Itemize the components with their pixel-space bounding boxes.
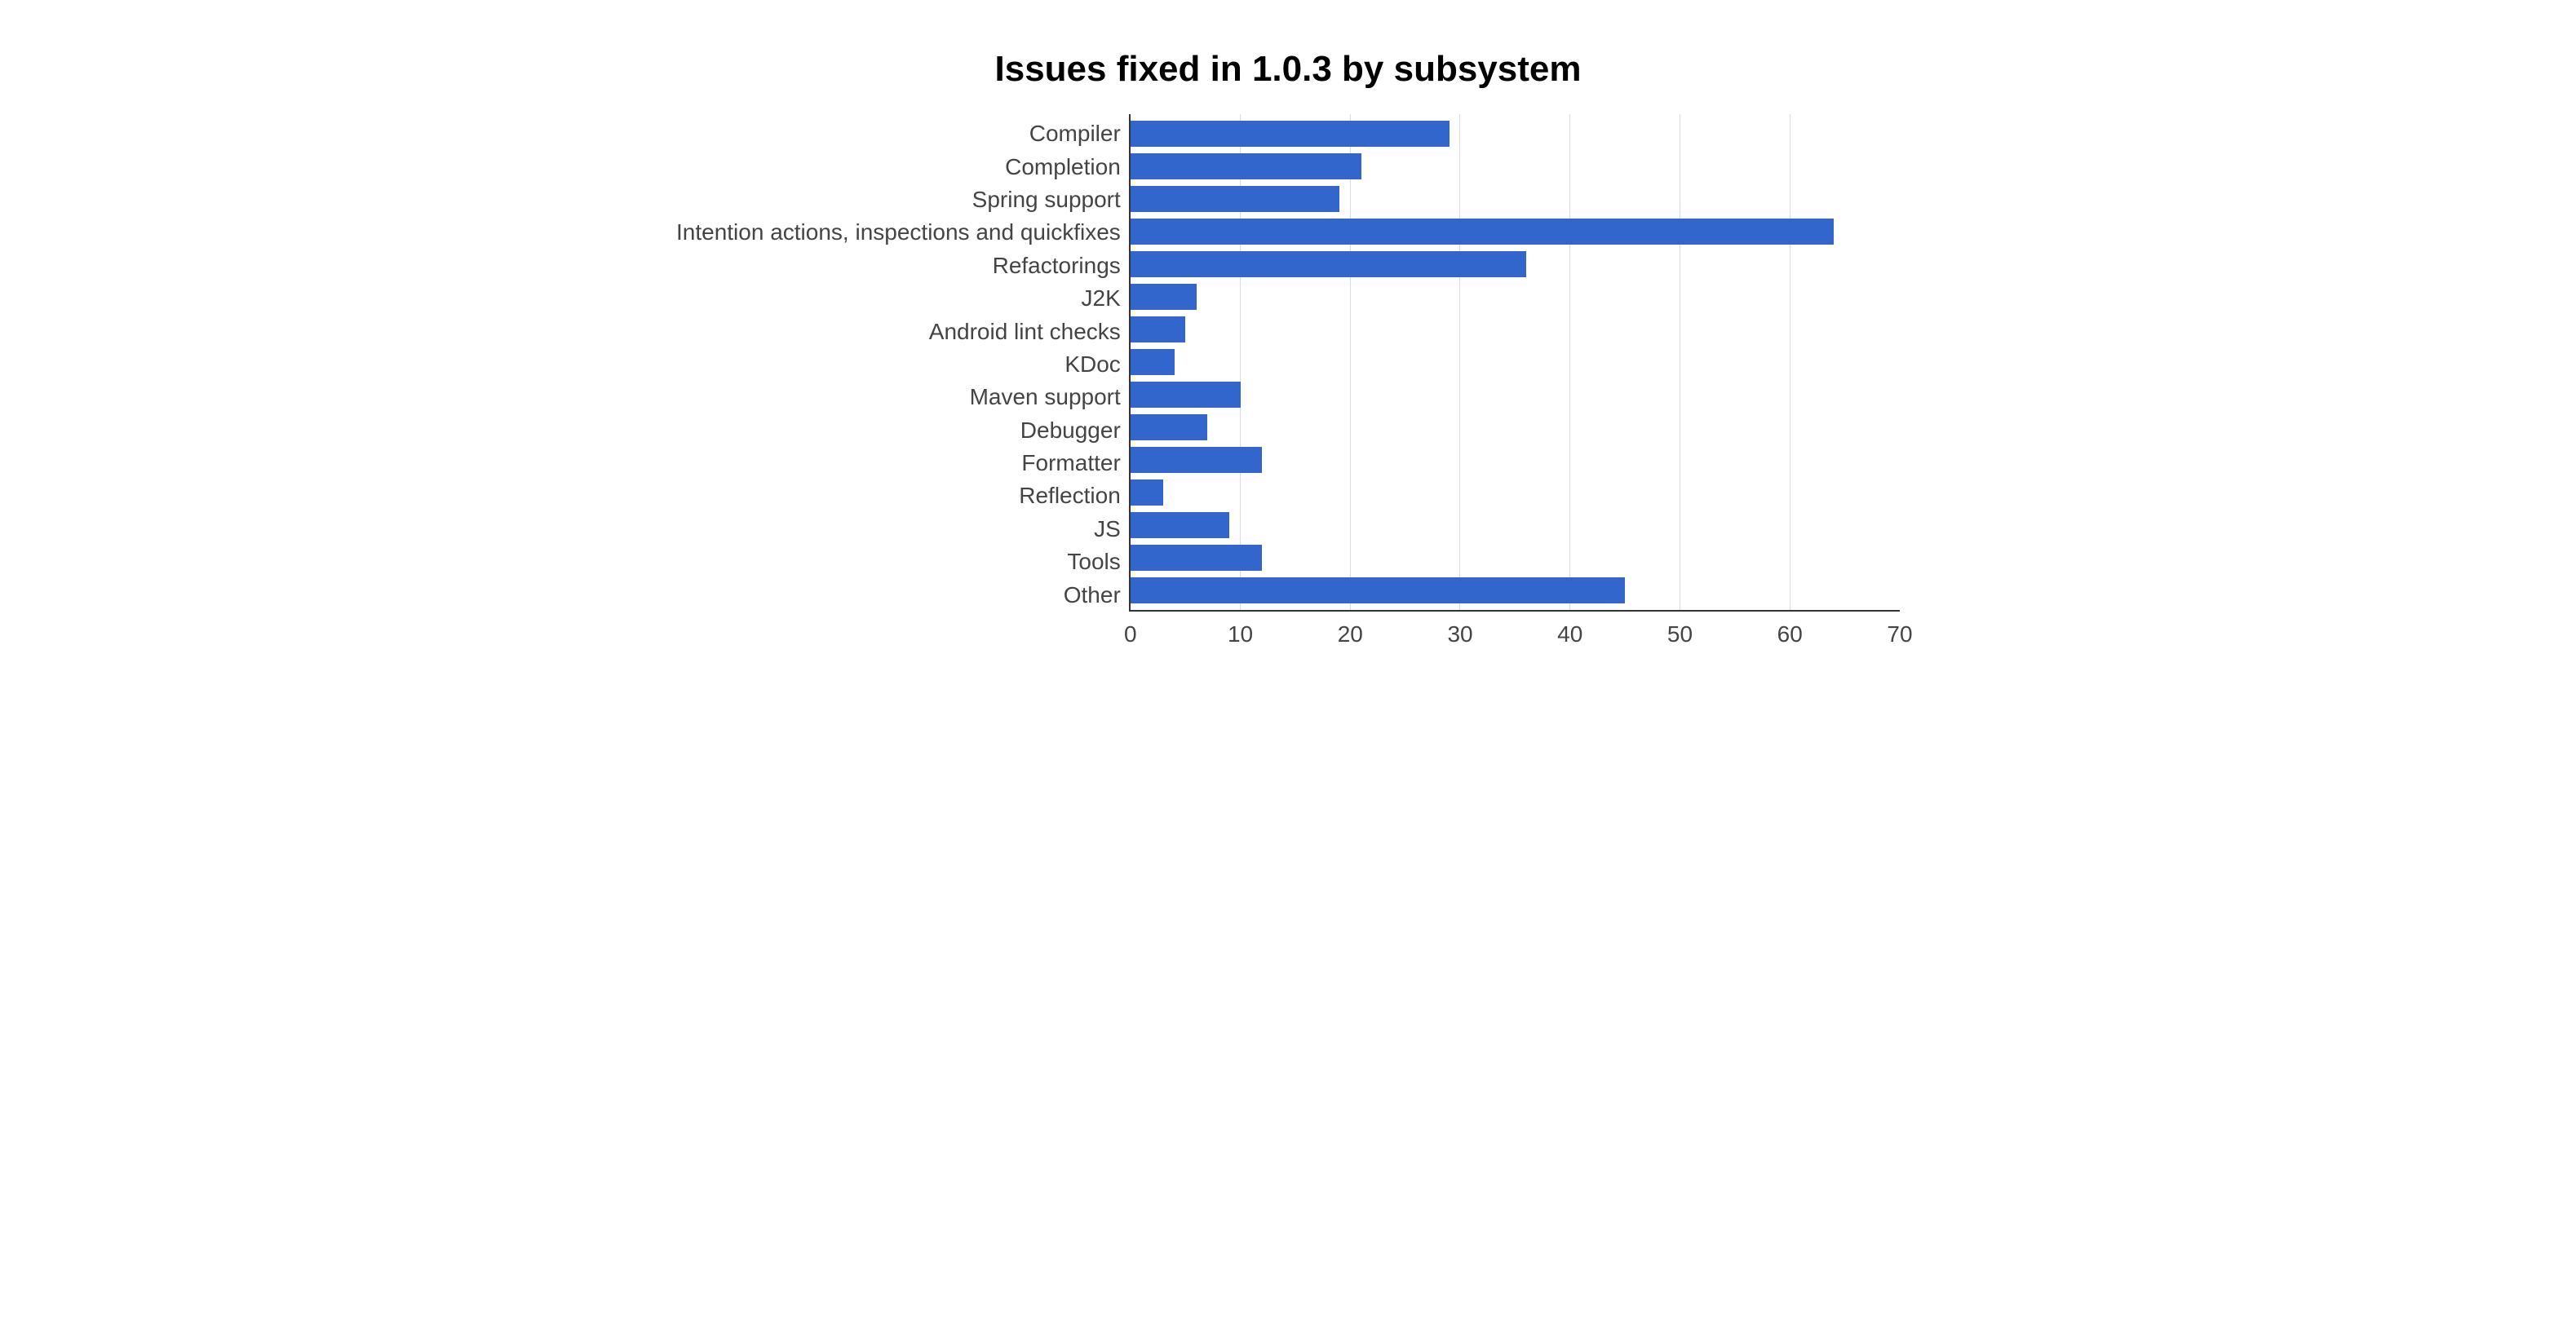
bar xyxy=(1131,382,1241,408)
chart-container: Issues fixed in 1.0.3 by subsystem Compi… xyxy=(676,49,1900,644)
bar-row xyxy=(1131,378,1900,411)
x-label: 30 xyxy=(1447,621,1472,647)
bars-group xyxy=(1131,114,1900,610)
x-axis: 010203040506070 xyxy=(676,612,1900,644)
x-label: 10 xyxy=(1228,621,1253,647)
y-label: Maven support xyxy=(676,381,1121,413)
chart-body: CompilerCompletionSpring supportIntentio… xyxy=(676,114,1900,612)
bar xyxy=(1131,577,1625,603)
chart-title: Issues fixed in 1.0.3 by subsystem xyxy=(676,49,1900,90)
y-label: J2K xyxy=(676,282,1121,315)
y-label: Reflection xyxy=(676,479,1121,512)
y-label: Formatter xyxy=(676,447,1121,479)
bar-row xyxy=(1131,541,1900,574)
y-label: Other xyxy=(676,579,1121,612)
bar-row xyxy=(1131,313,1900,346)
bar xyxy=(1131,121,1450,147)
x-label: 60 xyxy=(1777,621,1803,647)
bar-row xyxy=(1131,444,1900,476)
y-label: Compiler xyxy=(676,117,1121,150)
y-label: Spring support xyxy=(676,183,1121,216)
bar xyxy=(1131,447,1263,473)
y-label: Completion xyxy=(676,151,1121,183)
bar-row xyxy=(1131,281,1900,313)
bar-row xyxy=(1131,183,1900,215)
x-label: 20 xyxy=(1338,621,1363,647)
bar-row xyxy=(1131,215,1900,248)
bar xyxy=(1131,545,1263,571)
y-label: KDoc xyxy=(676,348,1121,381)
bar-row xyxy=(1131,411,1900,444)
y-label: Refactorings xyxy=(676,250,1121,282)
x-label: 0 xyxy=(1124,621,1137,647)
bar xyxy=(1131,153,1361,179)
x-axis-labels: 010203040506070 xyxy=(1131,612,1900,644)
bar-row xyxy=(1131,574,1900,607)
bar xyxy=(1131,414,1207,440)
bar xyxy=(1131,479,1163,506)
y-label: Android lint checks xyxy=(676,316,1121,348)
y-axis-labels: CompilerCompletionSpring supportIntentio… xyxy=(676,114,1129,612)
x-label: 50 xyxy=(1667,621,1693,647)
bar xyxy=(1131,186,1339,212)
y-label: Debugger xyxy=(676,414,1121,447)
bar-row xyxy=(1131,248,1900,281)
y-label: JS xyxy=(676,513,1121,546)
y-label: Intention actions, inspections and quick… xyxy=(676,216,1121,249)
bar xyxy=(1131,251,1526,277)
plot-area xyxy=(1129,114,1900,612)
bar-row xyxy=(1131,476,1900,509)
bar xyxy=(1131,219,1834,245)
bar xyxy=(1131,316,1185,342)
bar-row xyxy=(1131,150,1900,183)
bar xyxy=(1131,284,1197,310)
y-label: Tools xyxy=(676,546,1121,578)
bar xyxy=(1131,512,1229,538)
x-axis-spacer xyxy=(676,612,1131,644)
x-label: 70 xyxy=(1887,621,1912,647)
bar-row xyxy=(1131,346,1900,378)
bar-row xyxy=(1131,509,1900,541)
bar-row xyxy=(1131,117,1900,150)
x-label: 40 xyxy=(1557,621,1582,647)
bar xyxy=(1131,349,1175,375)
